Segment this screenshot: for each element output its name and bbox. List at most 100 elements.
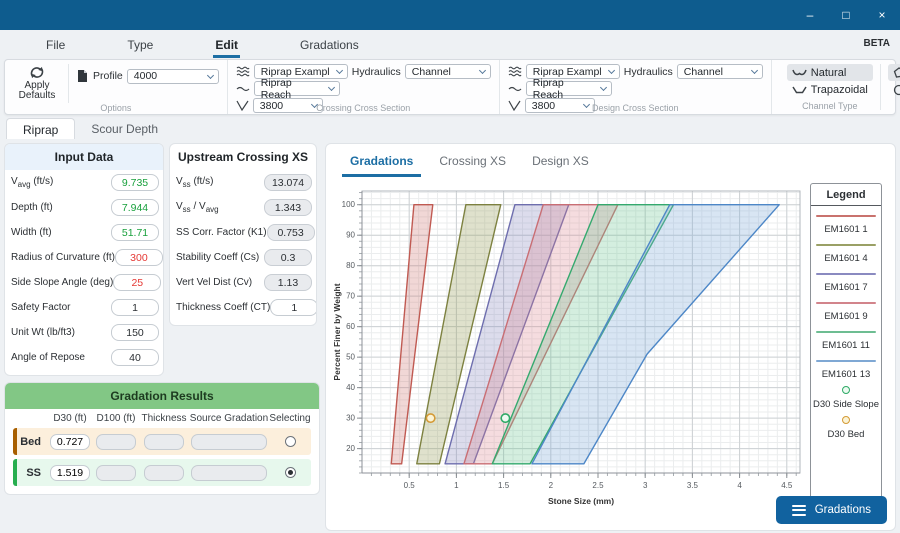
- legend-label: D30 Bed: [811, 429, 881, 440]
- chart-panel: Gradations Crossing XS Design XS 0.511.5…: [325, 143, 896, 531]
- gradation-results-panel: Gradation Results D30 (ft) D100 (ft) Thi…: [4, 382, 320, 495]
- chevron-down-icon: [207, 71, 214, 78]
- upstream-crossing-xs-panel: Upstream Crossing XS Vss (ft/s) Vss / Va…: [169, 143, 317, 326]
- wave-icon: [508, 85, 522, 93]
- svg-text:50: 50: [346, 353, 355, 362]
- profile-select[interactable]: 4000: [127, 69, 219, 84]
- field-label: Vert Vel Dist (Cv): [176, 277, 252, 288]
- ribbon: Apply Defaults Profile 4000 Options Ripr…: [4, 59, 896, 115]
- tab-design-xs-chart[interactable]: Design XS: [524, 152, 597, 177]
- field-label: Safety Factor: [11, 302, 70, 313]
- svg-text:30: 30: [346, 414, 355, 423]
- field-label: SS Corr. Factor (K1): [176, 227, 267, 238]
- field-row: Depth (ft): [5, 195, 163, 220]
- divider: [68, 64, 69, 103]
- legend-marker-sample: [842, 416, 850, 424]
- gradations-chart: 0.511.522.533.544.52030405060708090100St…: [332, 179, 806, 509]
- design-reach-select[interactable]: Riprap Reach: [526, 81, 612, 96]
- field-input: [264, 174, 312, 191]
- svg-text:Percent Finer by Weight: Percent Finer by Weight: [332, 283, 342, 380]
- field-row: Vert Vel Dist (Cv): [170, 270, 316, 295]
- field-input[interactable]: [111, 224, 159, 241]
- tab-crossing-xs-chart[interactable]: Crossing XS: [431, 152, 514, 177]
- field-row: Angle of Repose: [5, 345, 163, 370]
- menu-gradations[interactable]: Gradations: [298, 38, 361, 58]
- field-input[interactable]: [111, 299, 159, 316]
- legend-line-sample: [816, 215, 876, 217]
- selecting-radio[interactable]: [285, 467, 296, 478]
- field-row: SS Corr. Factor (K1): [170, 220, 316, 245]
- field-row: Side Slope Angle (deg): [5, 270, 163, 295]
- svg-text:4.5: 4.5: [781, 481, 793, 490]
- svg-text:60: 60: [346, 322, 355, 331]
- chevron-down-icon: [751, 67, 758, 74]
- svg-text:Stone Size (mm): Stone Size (mm): [548, 496, 614, 506]
- main-content: Input Data Vavg (ft/s) Depth (ft) Width …: [0, 139, 900, 531]
- d30-input[interactable]: [50, 434, 90, 450]
- field-input[interactable]: [115, 249, 163, 266]
- channel-type-natural[interactable]: Natural: [787, 64, 873, 81]
- crossing-reach-select[interactable]: Riprap Reach: [254, 81, 340, 96]
- ribbon-group-riprap: Natural Trapazoidal Channel Type Angular: [772, 60, 900, 114]
- crossing-hydraulics-select[interactable]: Channel: [405, 64, 491, 79]
- legend-entry: EM1601 11: [811, 331, 881, 351]
- field-input[interactable]: [111, 199, 159, 216]
- apply-defaults-button[interactable]: Apply Defaults: [13, 64, 61, 101]
- hydraulics-label: Hydraulics: [624, 66, 673, 78]
- ribbon-group-options: Apply Defaults Profile 4000 Options: [5, 60, 228, 114]
- rock-type-rounded[interactable]: Rounded: [888, 81, 900, 98]
- chevron-down-icon: [600, 84, 607, 91]
- field-input[interactable]: [270, 299, 317, 316]
- menu-edit[interactable]: Edit: [213, 38, 240, 58]
- svg-text:4: 4: [737, 481, 742, 490]
- panel-title: Upstream Crossing XS: [170, 144, 316, 170]
- trapezoidal-channel-icon: [792, 85, 807, 94]
- design-hydraulics-select[interactable]: Channel: [677, 64, 763, 79]
- group-label: Options: [5, 103, 227, 113]
- hamburger-icon: [792, 505, 806, 516]
- wave-icon: [236, 85, 250, 93]
- thickness-input: [144, 434, 184, 450]
- legend-label: EM1601 1: [811, 224, 881, 235]
- tab-scour-depth[interactable]: Scour Depth: [75, 118, 174, 139]
- group-label: Crossing Cross Section: [228, 103, 499, 113]
- channel-type-trapazoidal[interactable]: Trapazoidal: [787, 81, 873, 98]
- svg-text:70: 70: [346, 292, 355, 301]
- field-input[interactable]: [111, 349, 159, 366]
- tab-riprap[interactable]: Riprap: [6, 118, 75, 139]
- result-row-name: Bed: [17, 436, 47, 448]
- menu-type[interactable]: Type: [125, 38, 155, 58]
- legend-entry: EM1601 4: [811, 244, 881, 264]
- svg-text:0.5: 0.5: [404, 481, 416, 490]
- source-gradation-input: [191, 465, 267, 481]
- field-input[interactable]: [111, 324, 159, 341]
- document-icon: [76, 69, 89, 83]
- chevron-down-icon: [608, 67, 615, 74]
- legend-entry: EM1601 13: [811, 360, 881, 380]
- field-input[interactable]: [111, 174, 159, 191]
- angular-rock-icon: [893, 67, 900, 79]
- svg-text:3.5: 3.5: [687, 481, 699, 490]
- d30-input[interactable]: [50, 465, 90, 481]
- ribbon-group-crossing: Riprap Exampl Hydraulics Channel Riprap …: [228, 60, 500, 114]
- maximize-button[interactable]: □: [828, 0, 864, 30]
- svg-text:90: 90: [346, 231, 355, 240]
- rock-type-angular[interactable]: Angular: [888, 64, 900, 81]
- minimize-button[interactable]: –: [792, 0, 828, 30]
- close-button[interactable]: ×: [864, 0, 900, 30]
- gradations-button[interactable]: Gradations: [776, 496, 887, 524]
- field-row: Vss / Vavg: [170, 195, 316, 220]
- d100-input: [96, 434, 136, 450]
- svg-text:2: 2: [549, 481, 554, 490]
- selecting-radio[interactable]: [285, 436, 296, 447]
- field-label: Angle of Repose: [11, 352, 85, 363]
- field-label: Radius of Curvature (ft): [11, 252, 115, 263]
- legend-entry: EM1601 7: [811, 273, 881, 293]
- svg-text:1: 1: [454, 481, 459, 490]
- refresh-icon: [29, 65, 45, 80]
- tab-gradations-chart[interactable]: Gradations: [342, 152, 421, 177]
- field-input[interactable]: [113, 274, 161, 291]
- legend-line-sample: [816, 331, 876, 333]
- group-label: Design Cross Section: [500, 103, 771, 113]
- menu-file[interactable]: File: [44, 38, 67, 58]
